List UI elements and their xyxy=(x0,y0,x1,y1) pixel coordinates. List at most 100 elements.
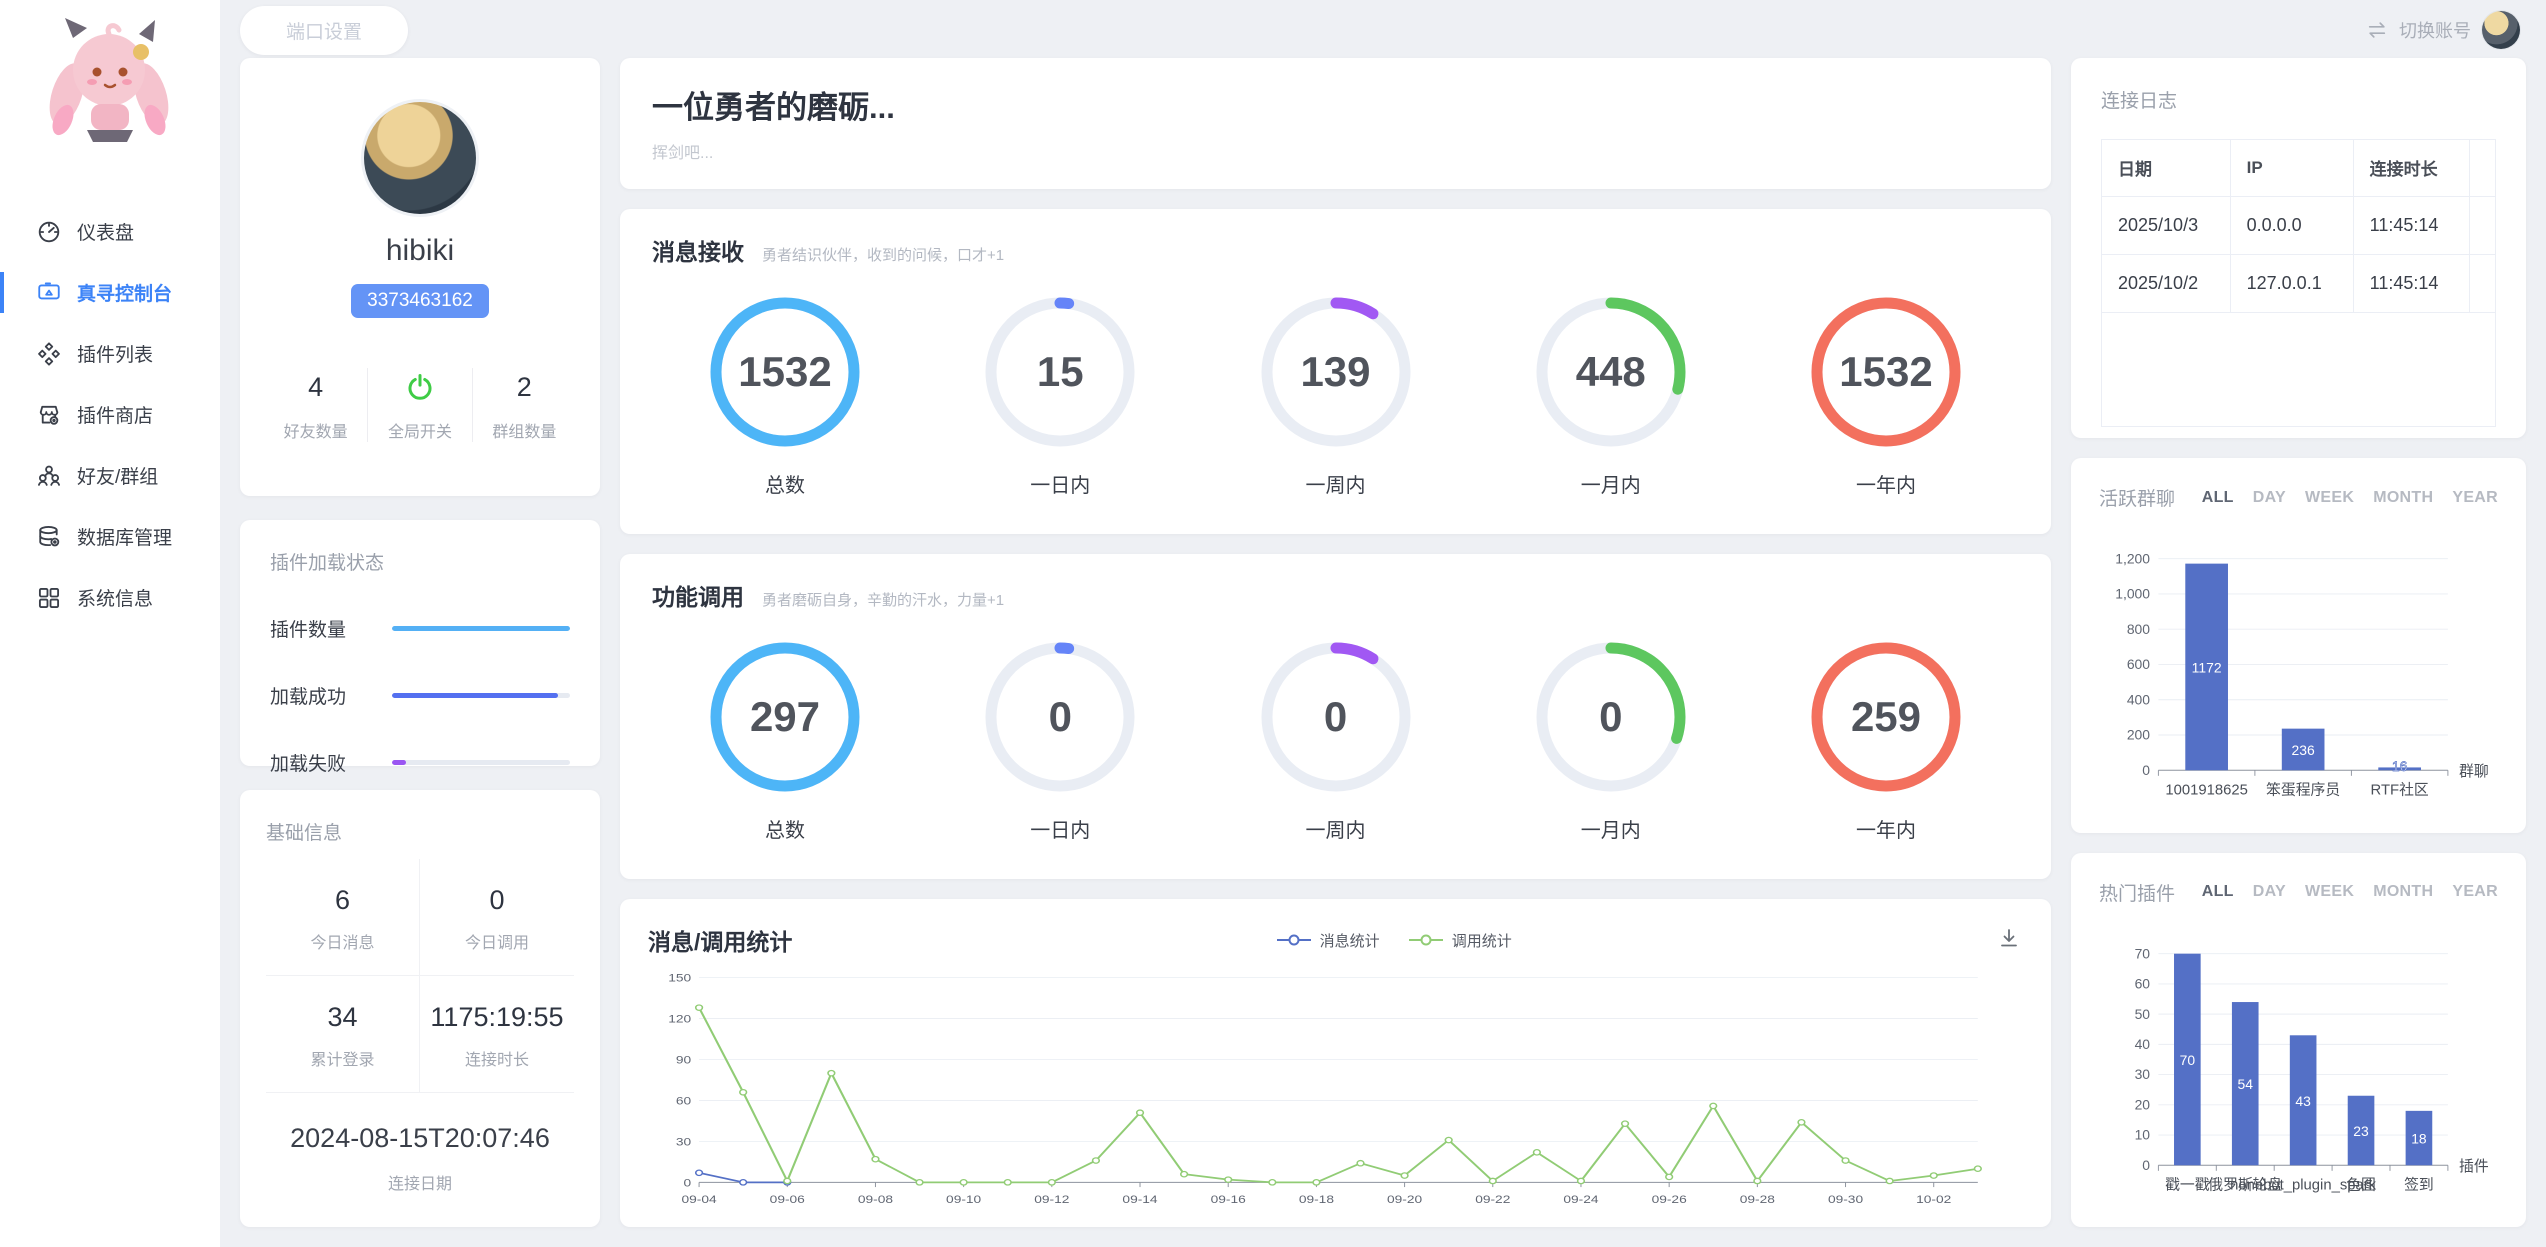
basic-info-title: 基础信息 xyxy=(266,818,574,845)
tab-week[interactable]: WEEK xyxy=(2305,489,2354,507)
progress-row: 加载成功 xyxy=(270,682,570,709)
log-col-header: IP xyxy=(2230,140,2353,196)
log-cell: 2025/10/3 xyxy=(2102,196,2230,254)
ring-value: 259 xyxy=(1811,642,1961,792)
sidebar-item-label: 好友/群组 xyxy=(77,462,158,489)
svg-text:0: 0 xyxy=(684,1177,692,1189)
log-col-header: 连接时长 xyxy=(2353,140,2469,196)
sidebar-item-dashboard[interactable]: 仪表盘 xyxy=(0,201,220,262)
svg-text:插件: 插件 xyxy=(2459,1157,2489,1174)
stat-ring: 15一日内 xyxy=(985,297,1135,498)
hot-plugins-chart: 01020304050607070戳一戳54俄罗斯轮盘43nonebot_plu… xyxy=(2099,920,2498,1218)
tab-year[interactable]: YEAR xyxy=(2452,883,2498,901)
stat-value: 6 xyxy=(266,885,419,916)
svg-text:60: 60 xyxy=(676,1095,691,1107)
svg-text:0: 0 xyxy=(2142,1156,2150,1172)
svg-text:09-28: 09-28 xyxy=(1740,1193,1775,1205)
stat-cell: 6今日消息 xyxy=(266,859,420,976)
sidebar-item-label: 系统信息 xyxy=(77,584,153,611)
svg-text:1,200: 1,200 xyxy=(2115,550,2150,566)
ring-value: 0 xyxy=(985,642,1135,792)
log-cell: 2025/10/2 xyxy=(2102,254,2230,312)
tab-all[interactable]: ALL xyxy=(2202,489,2234,507)
stat-cell: 1175:19:55 连接时长 xyxy=(420,976,574,1093)
sidebar-item-plugin-list[interactable]: 插件列表 xyxy=(0,323,220,384)
tab-day[interactable]: DAY xyxy=(2253,883,2286,901)
chart-legend: 消息统计 调用统计 xyxy=(792,930,1995,951)
sidebar-item-label: 真寻控制台 xyxy=(77,279,172,306)
sidebar-item-label: 仪表盘 xyxy=(77,218,134,245)
svg-text:600: 600 xyxy=(2127,656,2150,672)
svg-text:20: 20 xyxy=(2135,1096,2151,1112)
switch-arrows-icon xyxy=(2366,19,2388,41)
line-chart-title: 消息/调用统计 xyxy=(648,923,792,957)
svg-text:200: 200 xyxy=(2127,727,2150,743)
svg-text:150: 150 xyxy=(668,972,691,984)
active-groups-card: 活跃群聊 ALLDAYWEEKMONTHYEAR 02004006008001,… xyxy=(2071,458,2526,833)
sidebar-item-plugin-store[interactable]: 插件商店 xyxy=(0,384,220,445)
stat-value: 1175:19:55 xyxy=(420,1002,574,1033)
legend-line-icon xyxy=(1408,933,1444,947)
profile-card: hibiki 3373463162 4 好友数量 xyxy=(240,58,600,496)
stat-label: 连接时长 xyxy=(420,1046,574,1070)
sidebar-item-database[interactable]: 数据库管理 xyxy=(0,506,220,567)
ring-value: 448 xyxy=(1536,297,1686,447)
svg-text:60: 60 xyxy=(2135,975,2151,991)
stat-ring: 0一周内 xyxy=(1261,642,1411,843)
tab-day[interactable]: DAY xyxy=(2253,489,2286,507)
connect-date-value: 2024-08-15T20:07:46 xyxy=(266,1123,574,1154)
tab-week[interactable]: WEEK xyxy=(2305,883,2354,901)
legend-item-1[interactable]: 调用统计 xyxy=(1408,930,1512,951)
download-button[interactable] xyxy=(1995,925,2023,956)
svg-text:40: 40 xyxy=(2135,1035,2151,1051)
svg-text:120: 120 xyxy=(668,1013,691,1025)
active-groups-title: 活跃群聊 xyxy=(2099,484,2175,511)
basic-info-card: 基础信息 6今日消息0今日调用34累计登录1175:19:55连接时长 2024… xyxy=(240,790,600,1227)
user-avatar[interactable] xyxy=(364,102,476,214)
friend-count-stat: 4 好友数量 xyxy=(264,368,367,442)
switch-account-button[interactable]: 切换账号 xyxy=(2366,11,2520,49)
system-icon xyxy=(36,585,62,611)
connect-log-card: 连接日志 日期IP连接时长 2025/10/30.0.0.011:45:1420… xyxy=(2071,58,2526,438)
basic-info-grid: 6今日消息0今日调用34累计登录1175:19:55连接时长 xyxy=(266,859,574,1093)
plugin-list-icon xyxy=(36,341,62,367)
svg-text:236: 236 xyxy=(2292,742,2315,758)
tab-month[interactable]: MONTH xyxy=(2373,883,2433,901)
tab-all[interactable]: ALL xyxy=(2202,883,2234,901)
svg-text:戳一戳: 戳一戳 xyxy=(2165,1176,2210,1193)
plugin-status-title: 插件加载状态 xyxy=(270,548,570,575)
friend-count-value: 4 xyxy=(264,368,367,406)
tab-month[interactable]: MONTH xyxy=(2373,489,2433,507)
svg-text:09-20: 09-20 xyxy=(1387,1193,1422,1205)
legend-item-0[interactable]: 消息统计 xyxy=(1276,930,1380,951)
main-area: 端口设置 切换账号 hibiki 3373463162 4 xyxy=(220,0,2546,1247)
sidebar-item-system[interactable]: 系统信息 xyxy=(0,567,220,628)
line-chart-card: 消息/调用统计 消息统计调用统计 030609012015009-0409-06… xyxy=(620,899,2051,1227)
progress-label: 加载成功 xyxy=(270,682,392,709)
switch-account-label: 切换账号 xyxy=(2399,17,2471,43)
account-avatar[interactable] xyxy=(2482,11,2520,49)
stat-ring: 1532总数 xyxy=(710,297,860,498)
log-cell: 0.0.0.0 xyxy=(2230,196,2353,254)
progress-label: 插件数量 xyxy=(270,615,392,642)
ring-label: 一月内 xyxy=(1536,814,1686,843)
progress-track xyxy=(392,760,570,765)
svg-text:70: 70 xyxy=(2180,1052,2196,1068)
active-groups-tabs: ALL DAY WEEK MONTH YEAR xyxy=(2202,489,2498,507)
svg-text:43: 43 xyxy=(2295,1092,2311,1108)
sidebar-item-friends[interactable]: 好友/群组 xyxy=(0,445,220,506)
left-column: hibiki 3373463162 4 好友数量 xyxy=(240,58,600,1227)
hot-plugins-tabs: ALL DAY WEEK MONTH YEAR xyxy=(2202,883,2498,901)
svg-text:10-02: 10-02 xyxy=(1916,1193,1951,1205)
feature-stats-card: 功能调用 勇者磨砺自身，辛勤的汗水，力量+1 297总数0一日内0一周内0一月内… xyxy=(620,554,2051,879)
global-switch[interactable]: 全局开关 xyxy=(367,368,471,442)
svg-text:09-18: 09-18 xyxy=(1299,1193,1334,1205)
svg-text:群聊: 群聊 xyxy=(2459,763,2489,780)
group-count-stat: 2 群组数量 xyxy=(472,368,576,442)
port-settings-button[interactable]: 端口设置 xyxy=(240,6,408,55)
svg-text:70: 70 xyxy=(2135,945,2151,961)
svg-text:色图: 色图 xyxy=(2346,1176,2376,1193)
sidebar-item-console[interactable]: 真寻控制台 xyxy=(0,262,220,323)
stat-ring: 448一月内 xyxy=(1536,297,1686,498)
tab-year[interactable]: YEAR xyxy=(2452,489,2498,507)
